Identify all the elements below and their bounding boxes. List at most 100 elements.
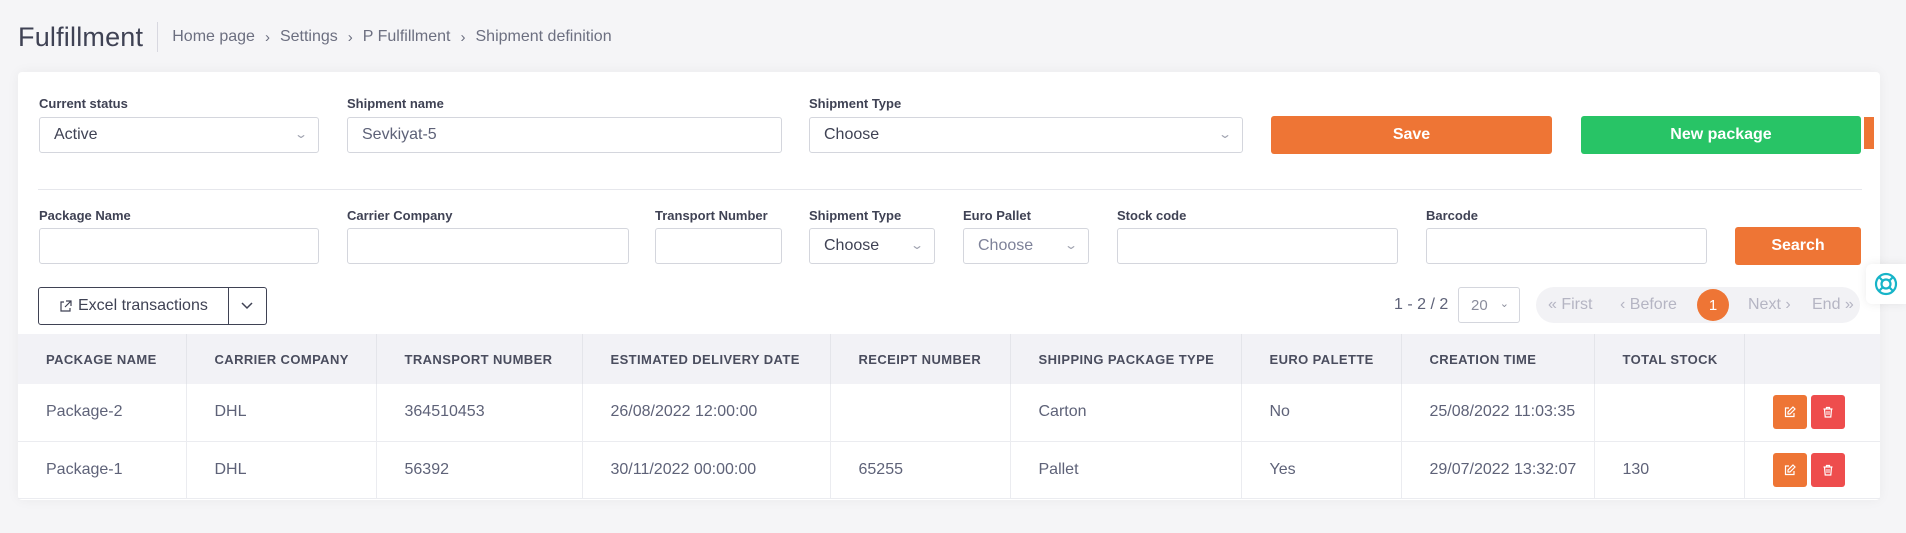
transport-number-label: Transport Number <box>655 208 768 223</box>
pager-before[interactable]: ‹ Before <box>1620 296 1677 314</box>
table-row: Package-2 DHL 364510453 26/08/2022 12:00… <box>18 384 1880 442</box>
trash-icon <box>1822 406 1834 418</box>
filter-shipment-type-value: Choose <box>824 237 880 254</box>
current-status-label: Current status <box>39 96 128 111</box>
actions-header <box>1744 334 1880 384</box>
external-link-icon <box>59 299 72 313</box>
edit-button[interactable] <box>1772 395 1807 430</box>
shipment-name-label: Shipment name <box>347 96 444 111</box>
table-header-row: PACKAGE NAME CARRIER COMPANY TRANSPORT N… <box>18 334 1880 384</box>
total-stock-cell: 130 <box>1594 441 1745 499</box>
column-header[interactable]: EURO PALETTE <box>1241 334 1402 384</box>
shipment-type-value: Choose <box>824 126 880 143</box>
excel-button-group: Excel transactions <box>38 287 267 325</box>
column-header[interactable]: CARRIER COMPANY <box>186 334 377 384</box>
pager-end[interactable]: End » <box>1812 296 1854 314</box>
column-header[interactable]: TRANSPORT NUMBER <box>376 334 583 384</box>
search-button[interactable]: Search <box>1735 227 1861 265</box>
breadcrumb-settings[interactable]: Settings <box>280 28 338 46</box>
package-type-cell: Carton <box>1010 384 1242 442</box>
column-header[interactable]: PACKAGE NAME <box>18 334 187 384</box>
side-panel-tab[interactable] <box>1864 117 1874 149</box>
shipment-name-value: Sevkiyat-5 <box>362 126 437 143</box>
edit-icon <box>1784 406 1796 418</box>
pagination: « First ‹ Before 1 Next › End » <box>1536 287 1860 323</box>
new-package-button[interactable]: New package <box>1581 116 1861 154</box>
table-row: Package-1 DHL 56392 30/11/2022 00:00:00 … <box>18 441 1880 499</box>
barcode-label: Barcode <box>1426 208 1479 223</box>
euro-pallet-label: Euro Pallet <box>963 208 1031 223</box>
excel-dropdown-toggle[interactable] <box>228 287 267 325</box>
current-status-value: Active <box>54 126 98 143</box>
estimated-delivery-cell: 30/11/2022 00:00:00 <box>582 441 831 499</box>
page-size-select[interactable]: 20 ⌄ <box>1458 287 1520 323</box>
package-name-label: Package Name <box>39 208 131 223</box>
creation-time-cell: 25/08/2022 11:03:35 <box>1401 384 1595 442</box>
carrier-company-cell: DHL <box>186 441 377 499</box>
edit-button[interactable] <box>1772 452 1807 487</box>
help-button[interactable] <box>1866 264 1906 304</box>
euro-pallet-select[interactable]: Choose ⌄ <box>963 228 1089 264</box>
carrier-company-cell: DHL <box>186 384 377 442</box>
shipment-type-label: Shipment Type <box>809 96 902 111</box>
chevron-down-icon: ⌄ <box>1499 298 1509 310</box>
edit-icon <box>1784 463 1796 476</box>
shipment-name-input[interactable]: Sevkiyat-5 <box>347 117 782 153</box>
estimated-delivery-cell: 26/08/2022 12:00:00 <box>582 384 831 442</box>
chevron-right-icon: › <box>347 28 353 46</box>
chevron-down-icon <box>241 299 253 313</box>
column-header[interactable]: ESTIMATED DELIVERY DATE <box>582 334 831 384</box>
save-button[interactable]: Save <box>1271 116 1552 154</box>
delete-button[interactable] <box>1810 452 1845 487</box>
transport-number-input[interactable] <box>655 228 782 264</box>
delete-button[interactable] <box>1810 395 1845 430</box>
chevron-right-icon: › <box>264 28 270 46</box>
package-name-cell: Package-2 <box>18 384 187 442</box>
excel-transactions-label: Excel transactions <box>78 297 208 314</box>
page-header: Fulfillment Home page › Settings › P Ful… <box>18 18 612 56</box>
chevron-down-icon: ⌄ <box>909 238 925 252</box>
main-card: Current status Active ⌄ Shipment name Se… <box>18 72 1880 500</box>
euro-pallet-value: Choose <box>978 237 1034 254</box>
package-name-input[interactable] <box>39 228 319 264</box>
carrier-company-label: Carrier Company <box>347 208 453 223</box>
shipment-type-select[interactable]: Choose ⌄ <box>809 117 1243 153</box>
barcode-input[interactable] <box>1426 228 1707 264</box>
chevron-right-icon: › <box>460 28 466 46</box>
breadcrumb-p-fulfillment[interactable]: P Fulfillment <box>363 28 451 46</box>
packages-table: PACKAGE NAME CARRIER COMPANY TRANSPORT N… <box>18 334 1880 499</box>
trash-icon <box>1822 464 1834 476</box>
filter-shipment-type-label: Shipment Type <box>809 208 902 223</box>
column-header[interactable]: RECEIPT NUMBER <box>830 334 1011 384</box>
actions-cell <box>1744 384 1880 442</box>
record-range: 1 - 2 / 2 <box>1394 296 1449 313</box>
filter-shipment-type-select[interactable]: Choose ⌄ <box>809 228 935 264</box>
page-title: Fulfillment <box>18 21 144 52</box>
chevron-down-icon: ⌄ <box>293 127 309 141</box>
pager-page-current[interactable]: 1 <box>1697 289 1729 321</box>
chevron-down-icon: ⌄ <box>1063 238 1079 252</box>
column-header[interactable]: CREATION TIME <box>1401 334 1595 384</box>
excel-transactions-button[interactable]: Excel transactions <box>38 287 229 325</box>
breadcrumb-shipment-definition: Shipment definition <box>475 28 612 45</box>
pager-first[interactable]: « First <box>1548 296 1592 314</box>
current-status-select[interactable]: Active ⌄ <box>39 117 319 153</box>
receipt-number-cell <box>830 384 1011 442</box>
column-header[interactable]: TOTAL STOCK <box>1594 334 1745 384</box>
lifebuoy-icon <box>1874 272 1898 296</box>
package-name-cell: Package-1 <box>18 441 187 499</box>
breadcrumb-home[interactable]: Home page <box>172 28 255 46</box>
transport-number-cell: 56392 <box>376 441 583 499</box>
stock-code-input[interactable] <box>1117 228 1398 264</box>
breadcrumb: Home page › Settings › P Fulfillment › S… <box>172 28 611 46</box>
column-header[interactable]: SHIPPING PACKAGE TYPE <box>1010 334 1242 384</box>
page-size-value: 20 <box>1471 296 1488 314</box>
pager-next[interactable]: Next › <box>1748 296 1791 314</box>
chevron-down-icon: ⌄ <box>1217 127 1233 141</box>
creation-time-cell: 29/07/2022 13:32:07 <box>1401 441 1595 499</box>
euro-palette-cell: Yes <box>1241 441 1402 499</box>
transport-number-cell: 364510453 <box>376 384 583 442</box>
total-stock-cell <box>1594 384 1745 442</box>
euro-palette-cell: No <box>1241 384 1402 442</box>
carrier-company-input[interactable] <box>347 228 629 264</box>
